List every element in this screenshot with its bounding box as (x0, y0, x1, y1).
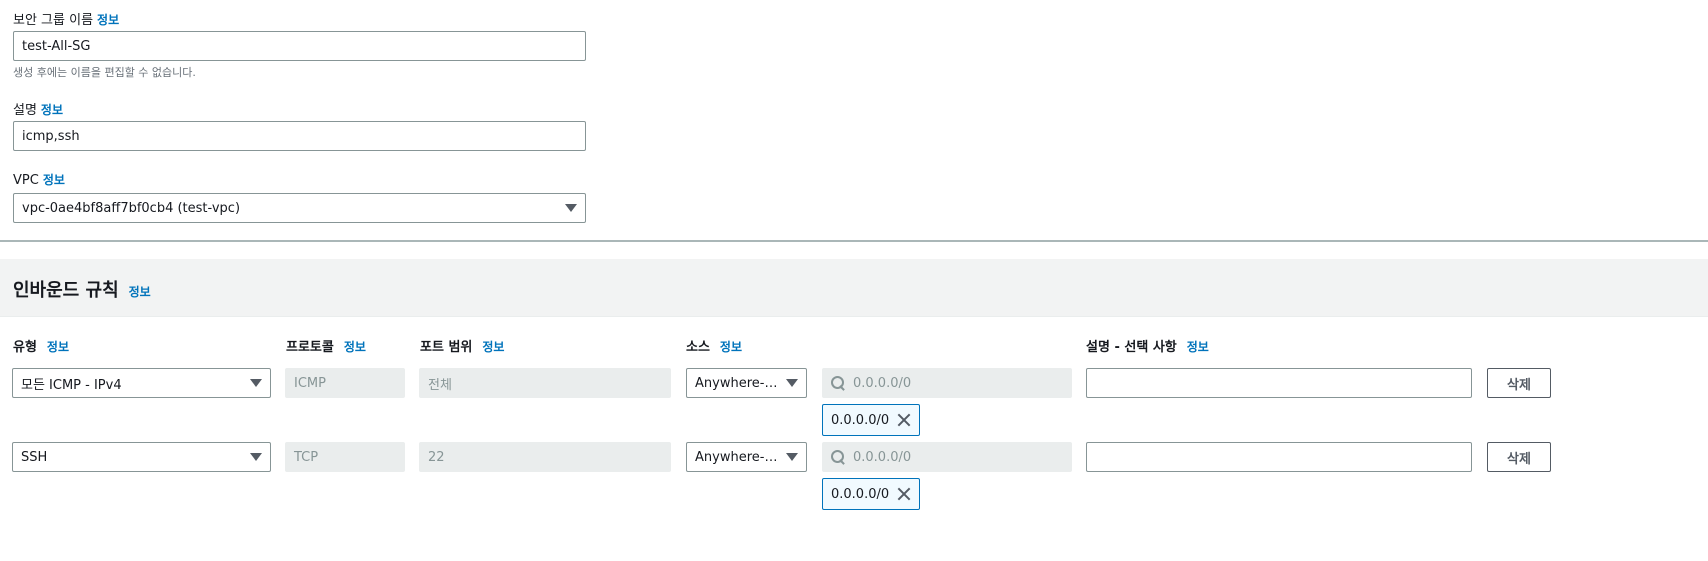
sg-name-label: 보안 그룹 이름 정보 (13, 13, 120, 28)
vpc-label: VPC 정보 (13, 173, 65, 188)
col-source-info-link[interactable]: 정보 (720, 340, 742, 354)
rule-source-search[interactable]: 0.0.0.0/0 (822, 442, 1072, 472)
close-icon[interactable] (897, 487, 911, 501)
section-divider (0, 240, 1708, 242)
rule-protocol-field: ICMP (285, 368, 405, 398)
close-icon[interactable] (897, 413, 911, 427)
col-protocol-header: 프로토콜 정보 (286, 340, 366, 355)
caret-down-icon (250, 379, 262, 387)
description-input[interactable]: icmp,ssh (13, 121, 586, 151)
description-label: 설명 정보 (13, 103, 64, 118)
rule-source-type-select[interactable]: Anywhere-I... (686, 442, 807, 472)
rule-port-range-field: 전체 (419, 368, 671, 398)
search-icon (831, 450, 845, 464)
delete-rule-button[interactable]: 삭제 (1487, 368, 1551, 398)
rule-description-input[interactable] (1086, 368, 1472, 398)
description-info-link[interactable]: 정보 (41, 103, 63, 117)
rule-source-type-select[interactable]: Anywhere-I... (686, 368, 807, 398)
col-desc-header: 설명 - 선택 사항 정보 (1086, 340, 1209, 355)
col-port-info-link[interactable]: 정보 (482, 340, 504, 354)
rule-type-select[interactable]: 모든 ICMP - IPv4 (12, 368, 271, 398)
rule-description-input[interactable] (1086, 442, 1472, 472)
col-port-header: 포트 범위 정보 (420, 340, 505, 355)
rule-protocol-field: TCP (285, 442, 405, 472)
caret-down-icon (565, 204, 577, 212)
sg-name-hint: 생성 후에는 이름을 편집할 수 없습니다. (13, 66, 196, 79)
caret-down-icon (786, 453, 798, 461)
delete-rule-button[interactable]: 삭제 (1487, 442, 1551, 472)
col-desc-info-link[interactable]: 정보 (1187, 340, 1209, 354)
vpc-select[interactable]: vpc-0ae4bf8aff7bf0cb4 (test-vpc) (13, 193, 586, 223)
rule-port-range-field: 22 (419, 442, 671, 472)
sg-name-input[interactable]: test-All-SG (13, 31, 586, 61)
col-protocol-info-link[interactable]: 정보 (344, 340, 366, 354)
source-token: 0.0.0.0/0 (822, 478, 921, 510)
source-token: 0.0.0.0/0 (822, 404, 921, 436)
search-icon (831, 376, 845, 390)
col-type-header: 유형 정보 (13, 340, 70, 355)
caret-down-icon (786, 379, 798, 387)
inbound-header (0, 259, 1708, 317)
caret-down-icon (250, 453, 262, 461)
rule-type-select[interactable]: SSH (12, 442, 271, 472)
sg-name-info-link[interactable]: 정보 (97, 13, 119, 27)
inbound-info-link[interactable]: 정보 (129, 285, 151, 299)
inbound-title: 인바운드 규칙 정보 (13, 280, 151, 301)
vpc-info-link[interactable]: 정보 (43, 173, 65, 187)
col-type-info-link[interactable]: 정보 (47, 340, 69, 354)
col-source-header: 소스 정보 (686, 340, 743, 355)
rule-source-search[interactable]: 0.0.0.0/0 (822, 368, 1072, 398)
